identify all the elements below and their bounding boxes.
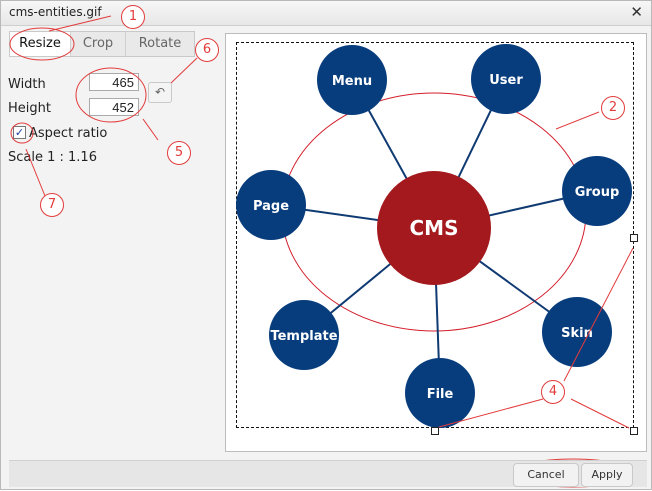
height-label: Height bbox=[8, 101, 51, 116]
reset-size-button[interactable]: ↶ bbox=[148, 82, 172, 103]
tab-rotate[interactable]: Rotate bbox=[126, 32, 194, 56]
close-icon[interactable]: ✕ bbox=[630, 3, 643, 21]
cancel-button[interactable]: Cancel bbox=[513, 463, 579, 487]
resize-handle-bottom[interactable] bbox=[431, 427, 439, 435]
titlebar: cms-entities.gif ✕ bbox=[1, 1, 651, 26]
height-field[interactable] bbox=[89, 98, 139, 116]
undo-icon: ↶ bbox=[154, 85, 166, 99]
image-editor-dialog: cms-entities.gif ✕ Resize Crop Rotate Wi… bbox=[0, 0, 652, 490]
callout-1: 1 bbox=[121, 5, 145, 29]
callout-2: 2 bbox=[601, 96, 625, 120]
dialog-title: cms-entities.gif bbox=[9, 5, 102, 19]
callout-5: 5 bbox=[167, 141, 191, 165]
crop-boundary[interactable] bbox=[236, 42, 634, 428]
tab-resize[interactable]: Resize bbox=[10, 32, 71, 56]
resize-handle-right[interactable] bbox=[630, 234, 638, 242]
width-field[interactable] bbox=[89, 73, 139, 91]
callout-4: 4 bbox=[541, 380, 565, 404]
aspect-ratio-label: Aspect ratio bbox=[29, 126, 108, 141]
width-label: Width bbox=[8, 77, 46, 92]
resize-handle-corner[interactable] bbox=[630, 427, 638, 435]
apply-button[interactable]: Apply bbox=[581, 463, 633, 487]
tab-crop[interactable]: Crop bbox=[71, 32, 126, 56]
scale-text: Scale 1 : 1.16 bbox=[8, 150, 97, 165]
aspect-ratio-checkbox[interactable]: ✓ bbox=[13, 126, 26, 139]
editor-tabs: Resize Crop Rotate bbox=[9, 31, 195, 57]
callout-6: 6 bbox=[195, 38, 219, 62]
callout-7: 7 bbox=[40, 193, 64, 217]
